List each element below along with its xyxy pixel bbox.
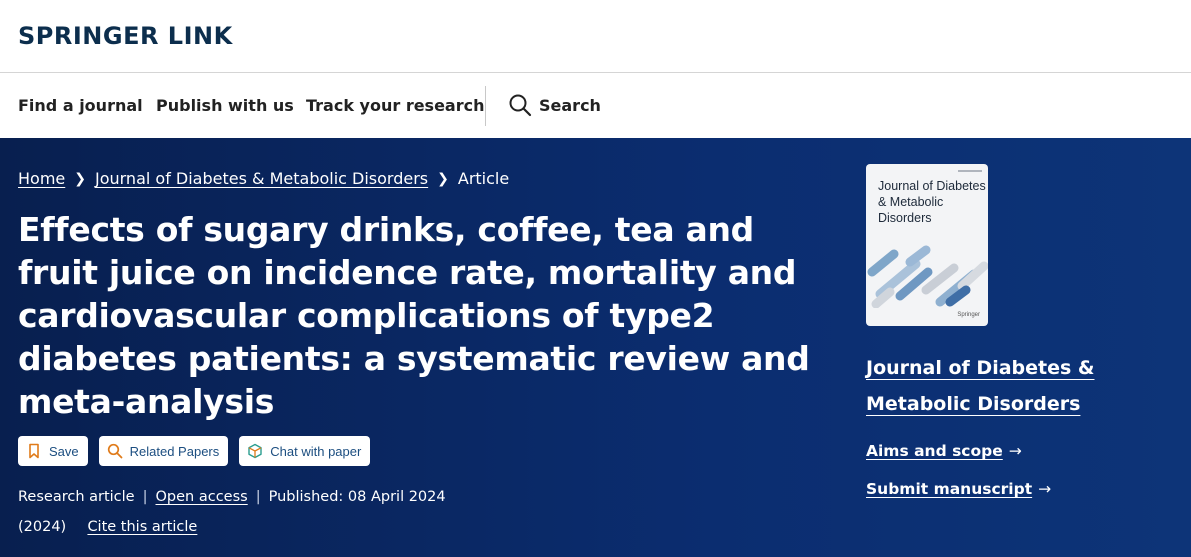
article-type: Research article <box>18 489 135 505</box>
aims-scope-link[interactable]: Aims and scope → <box>866 442 1022 460</box>
search-icon[interactable] <box>508 93 532 117</box>
cover-publisher: Springer <box>957 312 980 318</box>
related-papers-label: Related Papers <box>129 443 220 459</box>
arrow-right-icon: → <box>1038 480 1052 498</box>
nav-find-journal[interactable]: Find a journal <box>18 96 143 115</box>
related-papers-button[interactable]: Related Papers <box>98 436 229 466</box>
save-button[interactable]: Save <box>18 436 88 466</box>
nav-track-research[interactable]: Track your research <box>306 96 485 115</box>
nav-search[interactable]: Search <box>539 96 601 115</box>
save-label: Save <box>49 443 79 459</box>
submit-manuscript-label: Submit manuscript <box>866 480 1033 498</box>
article-title: Effects of sugary drinks, coffee, tea an… <box>18 210 810 421</box>
article-hero: Home ❯ Journal of Diabetes & Metabolic D… <box>0 138 1191 557</box>
article-citation: (2024) Cite this article <box>18 519 197 535</box>
chat-with-paper-label: Chat with paper <box>270 443 362 459</box>
cite-article-link[interactable]: Cite this article <box>87 519 197 535</box>
bookmark-icon <box>29 443 39 459</box>
open-access-link[interactable]: Open access <box>156 489 248 505</box>
chat-with-paper-button[interactable]: Chat with paper <box>239 436 371 466</box>
main-nav: Find a journal Publish with us Track you… <box>0 74 1191 138</box>
arrow-right-icon: → <box>1008 442 1022 460</box>
chevron-right-icon: ❯ <box>437 170 449 187</box>
article-meta: Research article | Open access | Published: … <box>18 489 446 505</box>
chevron-right-icon: ❯ <box>74 170 86 187</box>
springer-link-logo[interactable]: SPRINGER LINK <box>18 22 233 50</box>
nav-divider <box>485 86 486 126</box>
submit-manuscript-link[interactable]: Submit manuscript → <box>866 480 1051 498</box>
article-year: (2024) <box>18 519 67 535</box>
breadcrumb-current: Article <box>457 169 510 188</box>
breadcrumb-home[interactable]: Home <box>18 169 65 188</box>
article-actions: Save Related Papers Chat with paper <box>18 436 371 466</box>
chat-cube-icon <box>248 443 262 459</box>
journal-cover[interactable]: Journal of Diabetes & Metabolic Disorder… <box>866 164 988 326</box>
cover-title: Journal of Diabetes & Metabolic Disorder… <box>878 179 986 225</box>
journal-title-link[interactable]: Journal of Diabetes & Metabolic Disorder… <box>866 350 1186 422</box>
breadcrumb-journal[interactable]: Journal of Diabetes & Metabolic Disorder… <box>95 169 428 188</box>
published-date: Published: 08 April 2024 <box>268 489 446 505</box>
search-icon <box>107 443 123 459</box>
aims-scope-label: Aims and scope <box>866 442 1003 460</box>
breadcrumb: Home ❯ Journal of Diabetes & Metabolic D… <box>18 169 509 188</box>
site-header: SPRINGER LINK <box>0 0 1191 73</box>
nav-publish[interactable]: Publish with us <box>156 96 294 115</box>
cover-artwork <box>867 245 988 308</box>
cover-issn-mark <box>958 170 982 172</box>
